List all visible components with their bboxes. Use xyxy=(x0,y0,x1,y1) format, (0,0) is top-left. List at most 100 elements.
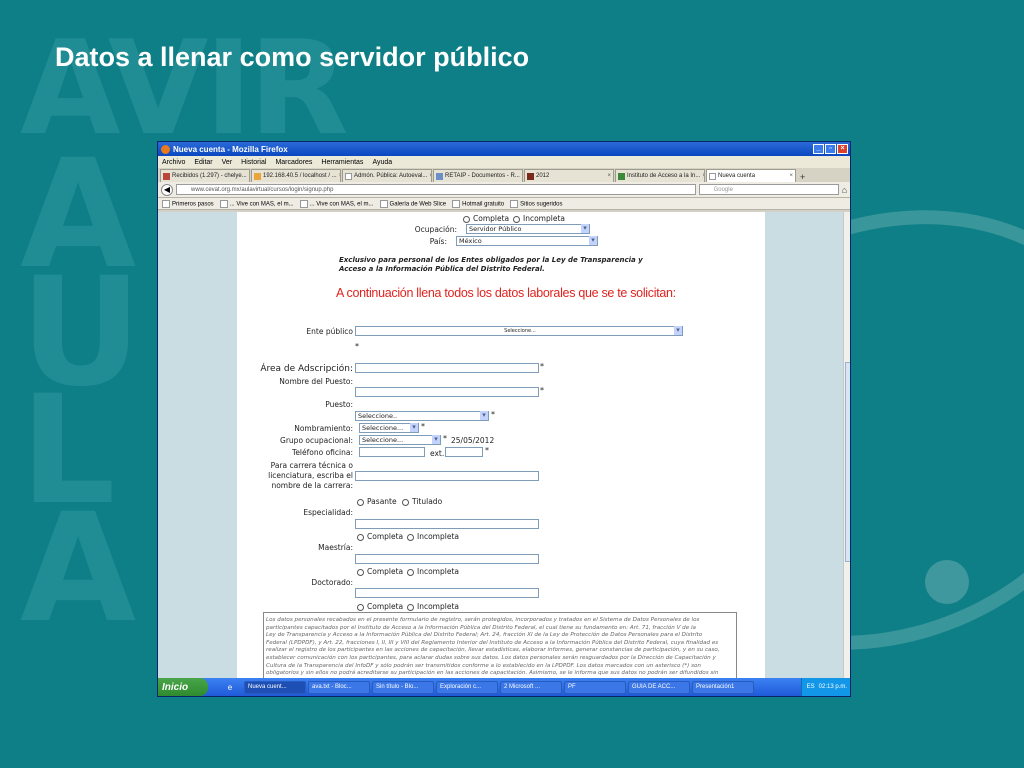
menu-ayuda[interactable]: Ayuda xyxy=(372,159,392,166)
ocupacion-select[interactable]: Servidor Público xyxy=(466,224,590,234)
laborales-heading: A continuación llena todos los datos lab… xyxy=(336,286,676,300)
registro-date: 25/05/2012 xyxy=(451,436,495,445)
maestria-incompleta-radio[interactable]: Incompleta xyxy=(407,567,459,576)
system-tray: ES 02:13 p.m. xyxy=(800,678,850,696)
tab-close-icon[interactable]: × xyxy=(249,173,250,179)
start-button[interactable]: Inicio xyxy=(158,678,208,696)
taskbar-item[interactable]: PF xyxy=(564,680,626,694)
titulado-radio[interactable]: Titulado xyxy=(402,497,442,506)
nombramiento-label: Nombramiento: xyxy=(294,424,353,433)
taskbar-item[interactable]: 2 Microsoft ... xyxy=(500,680,562,694)
tab-close-icon[interactable]: × xyxy=(789,173,793,179)
required-asterisk: * xyxy=(421,422,425,431)
vertical-scrollbar[interactable] xyxy=(843,212,850,680)
taskbar-item[interactable]: Sin título - Blo... xyxy=(372,680,434,694)
tab-label: Nueva cuenta xyxy=(718,173,756,179)
estudio-completa-radio[interactable]: Completa xyxy=(463,214,509,223)
tab-admon[interactable]: Admón. Pública: Autoeval...× xyxy=(342,169,432,182)
restore-icon[interactable]: ▫ xyxy=(825,144,836,154)
search-input[interactable]: Google xyxy=(698,184,839,195)
tab-close-icon[interactable]: × xyxy=(429,173,431,179)
maestria-field[interactable] xyxy=(355,554,539,564)
bookmark-item[interactable]: Sitios sugeridos xyxy=(510,200,562,208)
language-indicator[interactable]: ES xyxy=(807,684,815,690)
doctorado-incompleta-radio[interactable]: Incompleta xyxy=(407,602,459,611)
maestria-label: Maestría: xyxy=(318,543,353,552)
tab-instituto[interactable]: Instituto de Acceso a la In...× xyxy=(615,169,705,182)
bookmarks-bar: Primeros pasos ... Vive con MAS, el m...… xyxy=(158,198,850,210)
tab-close-icon[interactable]: × xyxy=(522,173,523,179)
carrera-label: Para carrera técnica o licenciatura, esc… xyxy=(268,461,353,490)
especialidad-incompleta-radio[interactable]: Incompleta xyxy=(407,532,459,541)
tab-label: 192.168.40.5 / localhost / ... xyxy=(263,173,337,179)
taskbar-item[interactable]: GUIA DE ACC... xyxy=(628,680,690,694)
carrera-field[interactable] xyxy=(355,471,539,481)
pais-label: País: xyxy=(429,237,447,246)
signup-form: Completa Incompleta Ocupación: Servidor … xyxy=(237,212,765,680)
taskbar-item[interactable]: Exploración c... xyxy=(436,680,498,694)
new-tab-button[interactable]: + xyxy=(797,172,808,182)
required-asterisk: * xyxy=(485,446,489,455)
tab-close-icon[interactable]: × xyxy=(607,173,611,179)
back-arrow-icon[interactable]: ◀ xyxy=(161,183,173,196)
estudio-incompleta-radio[interactable]: Incompleta xyxy=(513,214,565,223)
tab-close-icon[interactable]: × xyxy=(339,173,340,179)
maestria-completa-radio[interactable]: Completa xyxy=(357,567,403,576)
tab-close-icon[interactable]: × xyxy=(702,173,704,179)
puesto-select[interactable]: Seleccione.. xyxy=(355,411,489,421)
privacy-notice: Los datos personales recabados en el pre… xyxy=(263,612,737,680)
menu-archivo[interactable]: Archivo xyxy=(162,159,185,166)
especialidad-field[interactable] xyxy=(355,519,539,529)
ext-field[interactable] xyxy=(445,447,483,457)
tab-localhost[interactable]: 192.168.40.5 / localhost / ...× xyxy=(251,169,341,182)
radio-label: Incompleta xyxy=(417,532,459,541)
grupo-select[interactable]: Seleccione... xyxy=(359,435,441,445)
bookmark-item[interactable]: Primeros pasos xyxy=(162,200,214,208)
doctorado-field[interactable] xyxy=(355,588,539,598)
menu-marcadores[interactable]: Marcadores xyxy=(275,159,312,166)
especialidad-completa-radio[interactable]: Completa xyxy=(357,532,403,541)
privacy-line: establecer comunicación con los particip… xyxy=(266,654,716,661)
menu-ver[interactable]: Ver xyxy=(222,159,233,166)
pais-select[interactable]: México xyxy=(456,236,598,246)
bookmark-item[interactable]: ... Vive con MAS, el m... xyxy=(300,200,374,208)
tab-label: Admón. Pública: Autoeval... xyxy=(354,173,428,179)
bookmark-item[interactable]: Hotmail gratuito xyxy=(452,200,504,208)
menu-editar[interactable]: Editar xyxy=(194,159,212,166)
radio-label: Titulado xyxy=(412,497,443,506)
home-icon[interactable]: ⌂ xyxy=(842,185,847,195)
tab-recibidos[interactable]: Recibidos (1.297) - chelye...× xyxy=(160,169,250,182)
tab-bar: Recibidos (1.297) - chelye...× 192.168.4… xyxy=(158,168,850,182)
area-label: Área de Adscripción: xyxy=(260,364,353,374)
bookmark-item[interactable]: ... Vive con MAS, el m... xyxy=(220,200,294,208)
close-icon[interactable]: × xyxy=(837,144,848,154)
browser-window: Nueva cuenta - Mozilla Firefox _ ▫ × Arc… xyxy=(157,141,851,697)
nombramiento-select[interactable]: Seleccione... xyxy=(359,423,419,433)
nombre-puesto-field[interactable] xyxy=(355,387,539,397)
taskbar-item[interactable]: Nueva cuent... xyxy=(244,680,306,694)
tab-nueva-cuenta[interactable]: Nueva cuenta × xyxy=(706,169,796,182)
pasante-radio[interactable]: Pasante xyxy=(357,497,397,506)
telefono-field[interactable] xyxy=(359,447,425,457)
phpmyadmin-icon xyxy=(254,172,261,180)
ie-icon[interactable]: e xyxy=(218,683,242,692)
tab-2012[interactable]: 2012 × xyxy=(524,169,614,182)
privacy-line: obligatorios y sin ellos no podrá acredi… xyxy=(266,670,719,677)
url-bar[interactable]: www.cevat.org.mx/aulavirtual/cursos/logi… xyxy=(176,184,696,195)
taskbar-item[interactable]: ava.txt - Bloc... xyxy=(308,680,370,694)
menu-herramientas[interactable]: Herramientas xyxy=(321,159,363,166)
required-asterisk: * xyxy=(540,386,544,395)
menu-historial[interactable]: Historial xyxy=(241,159,266,166)
bookmark-item[interactable]: Galería de Web Slice xyxy=(380,200,447,208)
scrollbar-thumb[interactable] xyxy=(845,362,850,562)
window-title: Nueva cuenta - Mozilla Firefox xyxy=(173,144,288,154)
ente-label: Ente público xyxy=(306,327,353,336)
area-field[interactable] xyxy=(355,363,539,373)
minimize-icon[interactable]: _ xyxy=(813,144,824,154)
ente-select[interactable]: Seleccione... xyxy=(355,326,683,336)
grupo-label: Grupo ocupacional: xyxy=(280,436,353,445)
doctorado-completa-radio[interactable]: Completa xyxy=(357,602,403,611)
background-dot xyxy=(925,560,969,604)
tab-retaip[interactable]: RETAIP - Documentos - R...× xyxy=(433,169,523,182)
taskbar-item[interactable]: Presentación1 xyxy=(692,680,754,694)
